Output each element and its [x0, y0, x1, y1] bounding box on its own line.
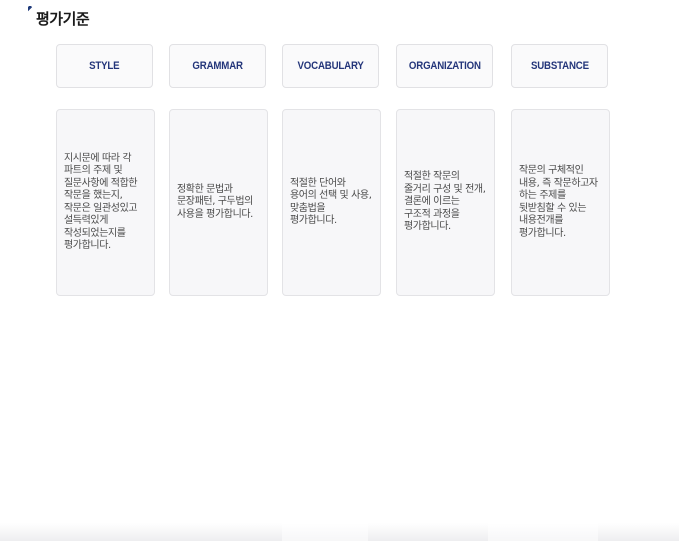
criterion-description-organization: 적절한 작문의 줄거리 구성 및 전개, 결론에 이르는 구조적 과정을 평가합… — [396, 109, 495, 296]
bottom-divider-segment — [368, 523, 488, 541]
criterion-description-substance: 작문의 구체적인 내용, 즉 작문하고자 하는 주제를 뒷받침할 수 있는 내용… — [511, 109, 610, 296]
bottom-divider-segment — [0, 523, 282, 541]
criterion-description-grammar: 정확한 문법과 문장패턴, 구두법의 사용을 평가합니다. — [169, 109, 268, 296]
criterion-label: STYLE — [89, 60, 120, 72]
criterion-description-vocabulary: 적절한 단어와 용어의 선택 및 사용, 맞춤법을 평가합니다. — [282, 109, 381, 296]
criterion-label: SUBSTANCE — [530, 60, 589, 72]
criterion-description-style: 지시문에 따라 각 파트의 주제 및 질문사항에 적합한 작문을 했는지, 작문… — [56, 109, 155, 296]
criterion-description-text: 적절한 단어와 용어의 선택 및 사용, 맞춤법을 평가합니다. — [290, 177, 372, 227]
criterion-tab-style[interactable]: STYLE — [56, 44, 153, 88]
criterion-label: GRAMMAR — [192, 60, 243, 72]
bottom-divider — [0, 523, 679, 541]
criterion-description-text: 적절한 작문의 줄거리 구성 및 전개, 결론에 이르는 구조적 과정을 평가합… — [404, 171, 486, 233]
criterion-tab-grammar[interactable]: GRAMMAR — [169, 44, 266, 88]
criterion-tab-organization[interactable]: ORGANIZATION — [396, 44, 493, 88]
criterion-description-text: 정확한 문법과 문장패턴, 구두법의 사용을 평가합니다. — [177, 183, 253, 220]
page-title: 평가기준 — [36, 10, 90, 28]
criterion-tab-substance[interactable]: SUBSTANCE — [511, 44, 608, 88]
criterion-description-text: 작문의 구체적인 내용, 즉 작문하고자 하는 주제를 뒷받침할 수 있는 내용… — [519, 165, 598, 239]
bottom-divider-segment — [598, 523, 679, 541]
criterion-tab-vocabulary[interactable]: VOCABULARY — [282, 44, 379, 88]
criterion-label: VOCABULARY — [297, 60, 364, 72]
criterion-label: ORGANIZATION — [408, 60, 481, 72]
evaluation-criteria-page: 평가기준 STYLE GRAMMAR VOCABULARY ORGANIZATI… — [0, 0, 679, 541]
criterion-description-text: 지시문에 따라 각 파트의 주제 및 질문사항에 적합한 작문을 했는지, 작문… — [64, 152, 138, 252]
